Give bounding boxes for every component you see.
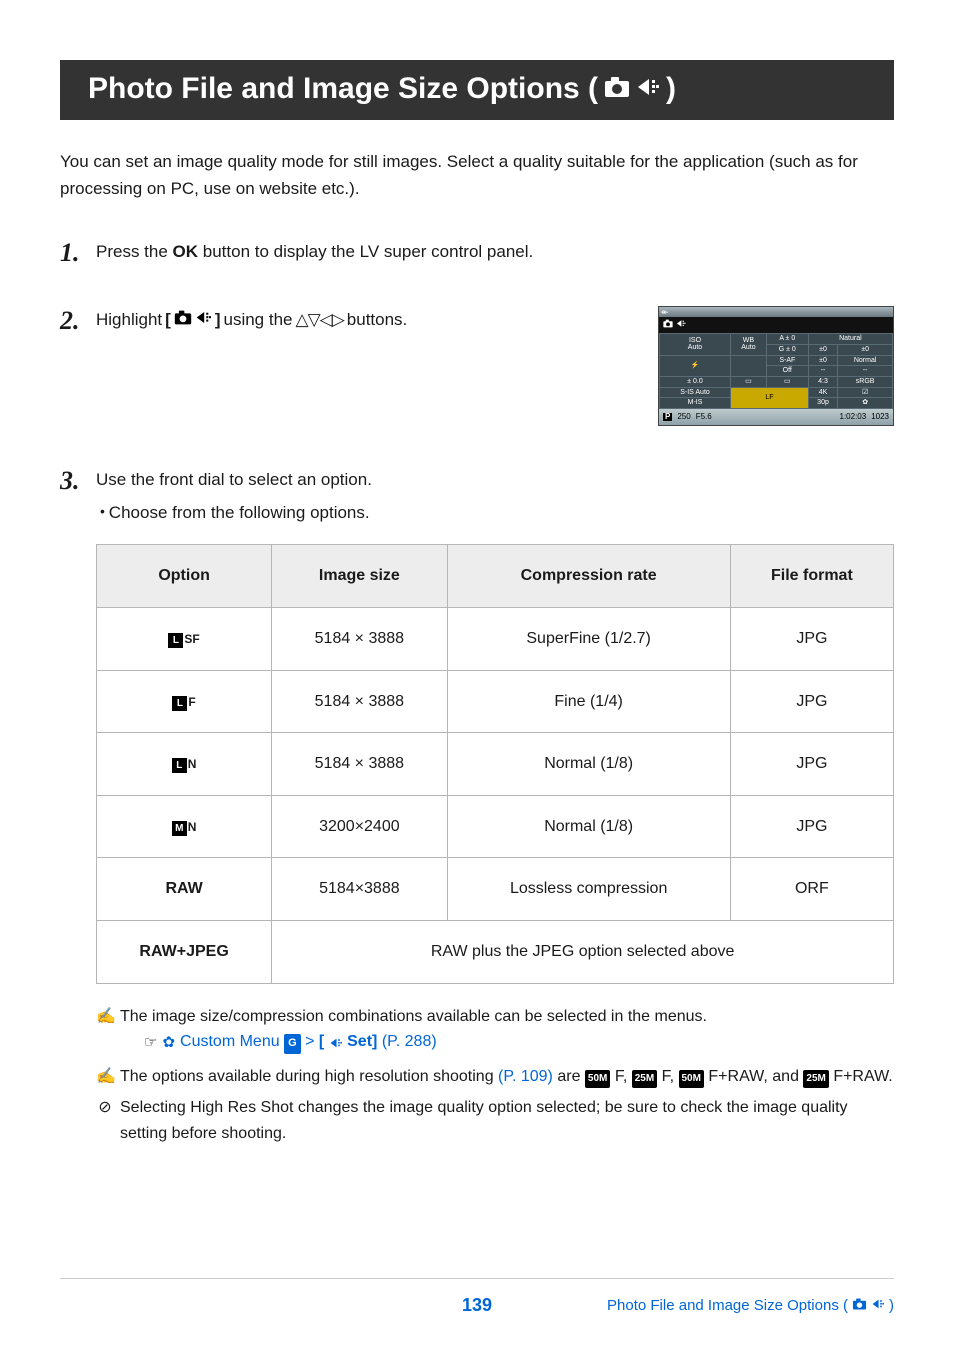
step-1-pre: Press the — [96, 242, 173, 261]
col-size: Image size — [272, 545, 447, 608]
quality-icon — [871, 1297, 885, 1314]
gear-icon: ✿ — [162, 1031, 175, 1055]
col-comp: Compression rate — [447, 545, 730, 608]
page-title-bar: Photo File and Image Size Options ( ) — [60, 60, 894, 120]
camera-icon — [852, 1297, 867, 1314]
hint-icon: ✍ — [96, 1064, 114, 1090]
page-footer: 139 Photo File and Image Size Options ( … — [60, 1278, 894, 1314]
step-3-bullet: Choose from the following options. — [100, 499, 894, 526]
title-close-paren: ) — [666, 72, 676, 106]
step-1-number: 1 — [60, 238, 82, 266]
hint-icon: ✍ — [96, 1004, 114, 1058]
note-1: ✍ The image size/compression combination… — [96, 1004, 894, 1058]
note-2: ✍ The options available during high reso… — [96, 1064, 894, 1090]
camera-icon — [663, 319, 673, 331]
page-title-text: Photo File and Image Size Options ( — [88, 72, 598, 106]
intro-text: You can set an image quality mode for st… — [60, 148, 894, 202]
table-row: RAW 5184×3888 Lossless compression ORF — [97, 858, 894, 921]
quality-icon — [329, 1032, 343, 1058]
step-2-mid: using the — [224, 306, 293, 333]
step-1: 1 Press the OK button to display the LV … — [60, 238, 894, 266]
step-2-number: 2 — [60, 306, 82, 426]
options-table: Option Image size Compression rate File … — [96, 544, 894, 983]
step-2-bracket-close: ] — [215, 306, 221, 333]
page-number: 139 — [462, 1295, 492, 1316]
table-row: LN 5184 × 3888 Normal (1/8) JPG — [97, 733, 894, 796]
breadcrumb[interactable]: Photo File and Image Size Options ( ) — [607, 1297, 894, 1314]
table-row: MN 3200×2400 Normal (1/8) JPG — [97, 795, 894, 858]
step-3-number: 3 — [60, 466, 82, 1153]
hires-link[interactable]: (P. 109) — [498, 1068, 553, 1085]
step-2-post: buttons. — [347, 306, 408, 333]
camera-icon — [604, 72, 630, 106]
caution-icon: ⊘ — [96, 1095, 114, 1146]
note-1-text: The image size/compression combinations … — [120, 1008, 707, 1025]
table-row: LF 5184 × 3888 Fine (1/4) JPG — [97, 670, 894, 733]
col-fmt: File format — [730, 545, 893, 608]
quality-icon — [195, 306, 212, 333]
table-row: LSF 5184 × 3888 SuperFine (1/2.7) JPG — [97, 607, 894, 670]
col-option: Option — [97, 545, 272, 608]
step-2: 2 Highlight [ ] using the △▽ — [60, 306, 894, 426]
custom-menu-link[interactable]: Custom Menu G > [ Set] (P. 288) — [180, 1029, 437, 1058]
quality-icon — [636, 72, 660, 106]
table-row: RAW+JPEG RAW plus the JPEG option select… — [97, 920, 894, 983]
quality-icon — [676, 319, 686, 331]
pointer-icon: ☞ — [144, 1031, 157, 1055]
lv-panel-screenshot: ↞ ISOAuto WBAuto A ± 0 — [658, 306, 894, 426]
step-3-line: Use the front dial to select an option. — [96, 466, 894, 493]
arrow-pad-icon: △▽◁▷ — [296, 306, 344, 333]
step-1-post: button to display the LV super control p… — [198, 242, 533, 261]
step-2-bracket-open: [ — [165, 306, 171, 333]
step-2-pre: Highlight — [96, 306, 162, 333]
camera-icon — [174, 306, 192, 333]
step-3: 3 Use the front dial to select an option… — [60, 466, 894, 1153]
step-1-bold: OK — [173, 242, 199, 261]
note-3: ⊘ Selecting High Res Shot changes the im… — [96, 1095, 894, 1146]
